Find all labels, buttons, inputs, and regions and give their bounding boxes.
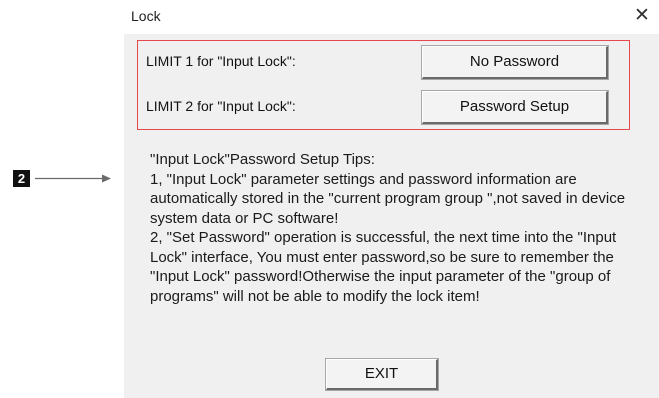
password-tips: "Input Lock"Password Setup Tips: 1, "Inp… (150, 150, 650, 306)
limit-settings-group: LIMIT 1 for "Input Lock": No Password LI… (137, 40, 630, 130)
limit-2-label: LIMIT 2 for "Input Lock": (146, 98, 296, 114)
limit-1-label: LIMIT 1 for "Input Lock": (146, 53, 296, 69)
exit-button[interactable]: EXIT (326, 359, 438, 390)
close-icon[interactable]: ✕ (631, 4, 653, 28)
no-password-button[interactable]: No Password (422, 46, 608, 79)
title-bar: Lock ✕ (124, 0, 659, 34)
tip-2: 2, "Set Password" operation is successfu… (150, 229, 617, 305)
password-setup-button[interactable]: Password Setup (422, 91, 608, 124)
tips-heading: "Input Lock"Password Setup Tips: (150, 151, 375, 168)
arrow-right-icon (35, 174, 111, 183)
lock-dialog: Lock ✕ LIMIT 1 for "Input Lock": No Pass… (124, 0, 659, 398)
dialog-title: Lock (131, 8, 161, 24)
tip-1: 1, "Input Lock" parameter settings and p… (150, 170, 626, 227)
annotation-marker: 2 (13, 170, 30, 187)
